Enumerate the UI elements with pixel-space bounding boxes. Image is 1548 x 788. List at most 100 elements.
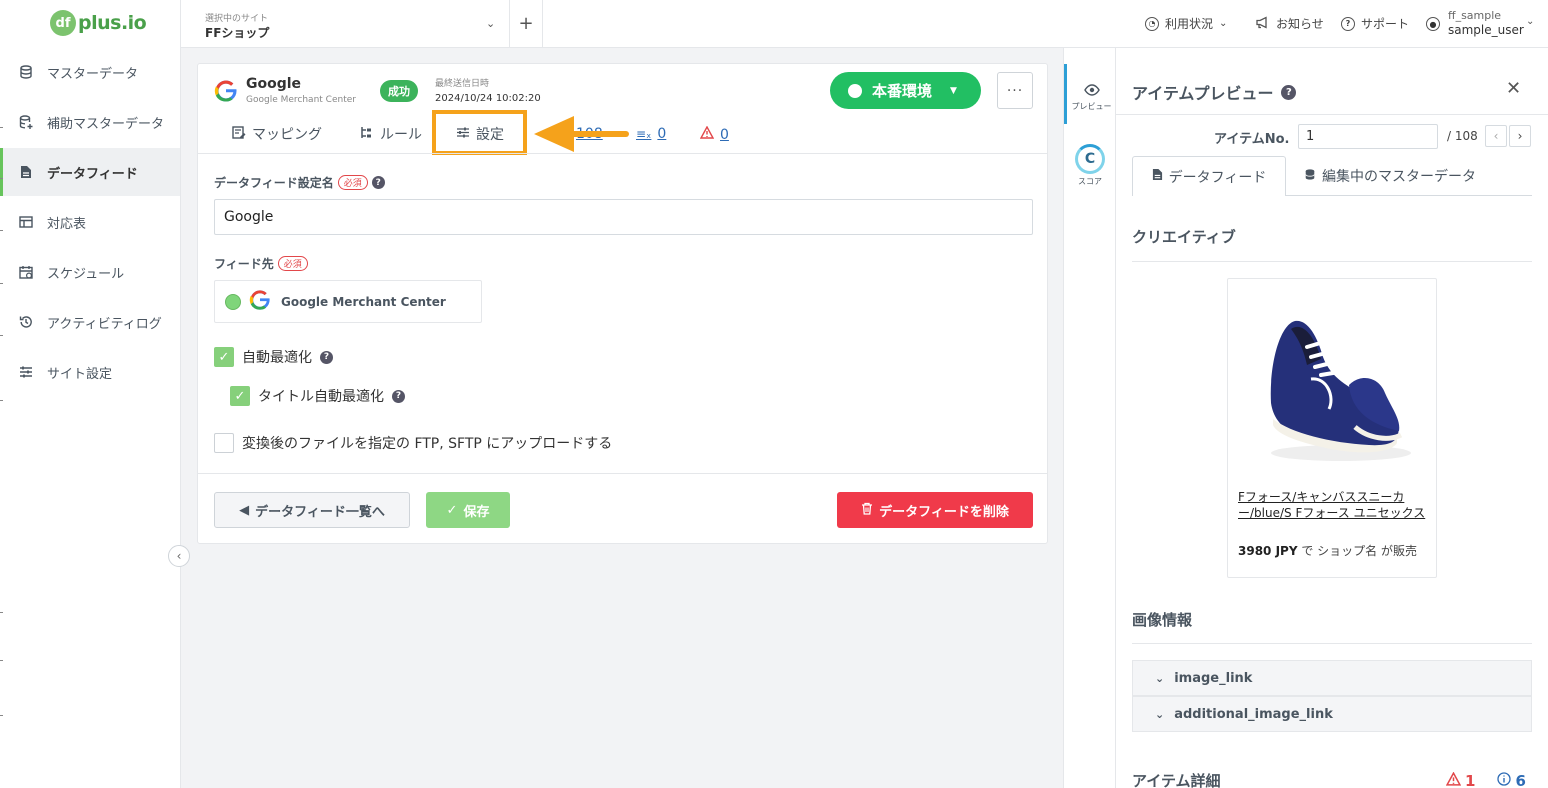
delete-feed-button[interactable]: データフィードを削除 <box>837 492 1033 528</box>
image-info-section-title: 画像情報 <box>1132 611 1193 629</box>
news-link[interactable]: お知らせ <box>1256 15 1324 32</box>
radio-selected[interactable] <box>225 293 241 310</box>
site-selector-value: FFショップ <box>205 26 270 40</box>
site-selector-label: 選択中のサイト <box>205 14 269 24</box>
detail-counts: 1 6 <box>1445 771 1526 788</box>
destination-label: フィード先 必須 <box>214 255 308 272</box>
logo-text: plus.io <box>78 12 147 34</box>
add-site-button[interactable]: + <box>510 0 543 47</box>
sidebar-item-aux-master-data[interactable]: 補助マスターデータ <box>0 98 180 146</box>
usage-menu[interactable]: ◔ 利用状況 ⌄ <box>1145 15 1227 32</box>
app-logo[interactable]: df plus.io <box>50 10 147 36</box>
tab-rules[interactable]: ルール <box>360 122 422 146</box>
feed-name-label-text: データフィード設定名 <box>214 176 334 190</box>
rail-preview-label: プレビュー <box>1071 102 1112 111</box>
feed-name-input[interactable]: Google <box>214 199 1033 235</box>
table-icon <box>18 214 34 230</box>
product-name-link[interactable]: Fフォース/キャンバススニーカー/blue/S Fフォース ユニセックス <box>1238 489 1430 521</box>
support-link[interactable]: ? サポート <box>1341 15 1409 32</box>
feed-title: Google <box>246 76 302 92</box>
user-org: ff_sample <box>1448 9 1502 22</box>
site-selector[interactable]: 選択中のサイト FFショップ ⌄ <box>181 0 510 47</box>
title-auto-optimize-label: タイトル自動最適化 <box>258 389 384 405</box>
user-menu[interactable]: ff_sample sample_user <box>1448 9 1524 37</box>
database-plus-icon <box>18 114 34 130</box>
sidebar-item-label: 補助マスターデータ <box>47 116 165 132</box>
preview-title-text: アイテムプレビュー <box>1132 84 1274 103</box>
tab-preview-master-data[interactable]: 編集中のマスターデータ <box>1304 156 1476 196</box>
edge-tick <box>0 660 3 661</box>
checkbox-checked[interactable]: ✓ <box>214 347 234 367</box>
rail-preview-button[interactable]: プレビュー <box>1064 64 1116 124</box>
chevron-down-icon: ⌄ <box>1526 16 1535 27</box>
edge-tick <box>0 715 3 716</box>
save-button[interactable]: ✓ 保存 <box>426 492 510 528</box>
delete-label: データフィードを削除 <box>879 504 1009 520</box>
next-item-button[interactable]: › <box>1509 125 1531 147</box>
sidebar-item-master-data[interactable]: マスターデータ <box>0 48 180 96</box>
destination-option[interactable]: Google Merchant Center <box>214 280 482 323</box>
info-count-badge[interactable]: 6 <box>1497 772 1526 788</box>
environment-dropdown[interactable]: 本番環境 ▼ <box>830 72 981 109</box>
product-price: 3980 JPY で ショップ名 が販売 <box>1238 542 1417 559</box>
arrow-left-icon: ◀ <box>239 502 250 518</box>
sidebar-item-activity-log[interactable]: アクティビティログ <box>0 298 180 346</box>
edge-tick <box>0 612 3 613</box>
sidebar-item-site-settings[interactable]: サイト設定 <box>0 348 180 396</box>
support-label: サポート <box>1361 17 1410 31</box>
warning-count-link[interactable]: 0 <box>699 125 729 143</box>
warning-icon <box>1445 771 1462 788</box>
feed-subtitle: Google Merchant Center <box>246 95 356 105</box>
edge-tick <box>0 127 3 128</box>
ftp-upload-checkbox[interactable]: 変換後のファイルを指定の FTP, SFTP にアップロードする <box>214 433 612 453</box>
excluded-count-link[interactable]: ≡ₓ 0 <box>636 126 666 142</box>
question-circle-icon: ? <box>1341 16 1355 31</box>
auto-optimize-checkbox[interactable]: ✓ 自動最適化 ? <box>214 347 333 367</box>
tab-preview-data-feed[interactable]: データフィード <box>1132 156 1286 196</box>
accordion-additional-image-link[interactable]: ⌄ additional_image_link <box>1132 696 1532 732</box>
news-label: お知らせ <box>1276 17 1324 31</box>
item-number-label: アイテムNo. <box>1214 132 1290 147</box>
divider <box>1132 261 1532 262</box>
help-icon[interactable]: ? <box>1281 84 1297 100</box>
status-badge: 成功 <box>380 80 418 102</box>
divider <box>1286 195 1532 196</box>
chevron-down-icon: ⌄ <box>1155 707 1165 721</box>
accordion-label: additional_image_link <box>1174 706 1333 722</box>
help-icon[interactable]: ? <box>371 176 385 189</box>
sidebar-collapse-button[interactable]: ‹ <box>168 545 190 567</box>
warning-icon <box>699 125 715 143</box>
logo-mark: df <box>50 10 76 36</box>
divider <box>1132 643 1532 644</box>
title-auto-optimize-checkbox[interactable]: ✓ タイトル自動最適化 ? <box>230 386 405 406</box>
help-icon[interactable]: ? <box>320 350 333 364</box>
help-icon[interactable]: ? <box>392 389 405 403</box>
item-number-input[interactable]: 1 <box>1298 124 1438 149</box>
accordion-image-link[interactable]: ⌄ image_link <box>1132 660 1532 696</box>
required-badge: 必須 <box>337 175 368 190</box>
rail-score-button[interactable]: C スコア <box>1064 144 1116 187</box>
prev-item-button[interactable]: ‹ <box>1485 125 1507 147</box>
sidebar-item-mapping-table[interactable]: 対応表 <box>0 198 180 246</box>
edge-tick <box>0 335 3 336</box>
ftp-upload-label: 変換後のファイルを指定の FTP, SFTP にアップロードする <box>242 436 613 452</box>
environment-dot <box>848 83 862 98</box>
warning-count-badge[interactable]: 1 <box>1445 771 1475 788</box>
sidebar-item-schedule[interactable]: スケジュール <box>0 248 180 296</box>
product-card: Fフォース/キャンバススニーカー/blue/S Fフォース ユニセックス 398… <box>1227 278 1437 578</box>
price-amount: 3980 JPY <box>1238 544 1298 558</box>
more-options-button[interactable]: ··· <box>997 72 1033 109</box>
filter-clear-icon: ≡ₓ <box>636 127 652 141</box>
sidebar-item-label: サイト設定 <box>47 366 113 382</box>
preview-title: アイテムプレビュー ? <box>1132 80 1297 104</box>
sidebar-item-label: スケジュール <box>47 266 125 282</box>
checkbox-unchecked[interactable] <box>214 433 234 453</box>
checkbox-checked[interactable]: ✓ <box>230 386 250 406</box>
back-to-list-button[interactable]: ◀ データフィード一覧へ <box>214 492 410 528</box>
destination-label-text: フィード先 <box>214 257 274 271</box>
tab-mapping[interactable]: マッピング <box>232 122 322 146</box>
warning-count: 0 <box>720 126 729 143</box>
close-icon[interactable]: ✕ <box>1506 78 1521 99</box>
sidebar-item-data-feed[interactable]: データフィード <box>0 148 180 196</box>
caret-down-icon: ▼ <box>950 85 957 96</box>
